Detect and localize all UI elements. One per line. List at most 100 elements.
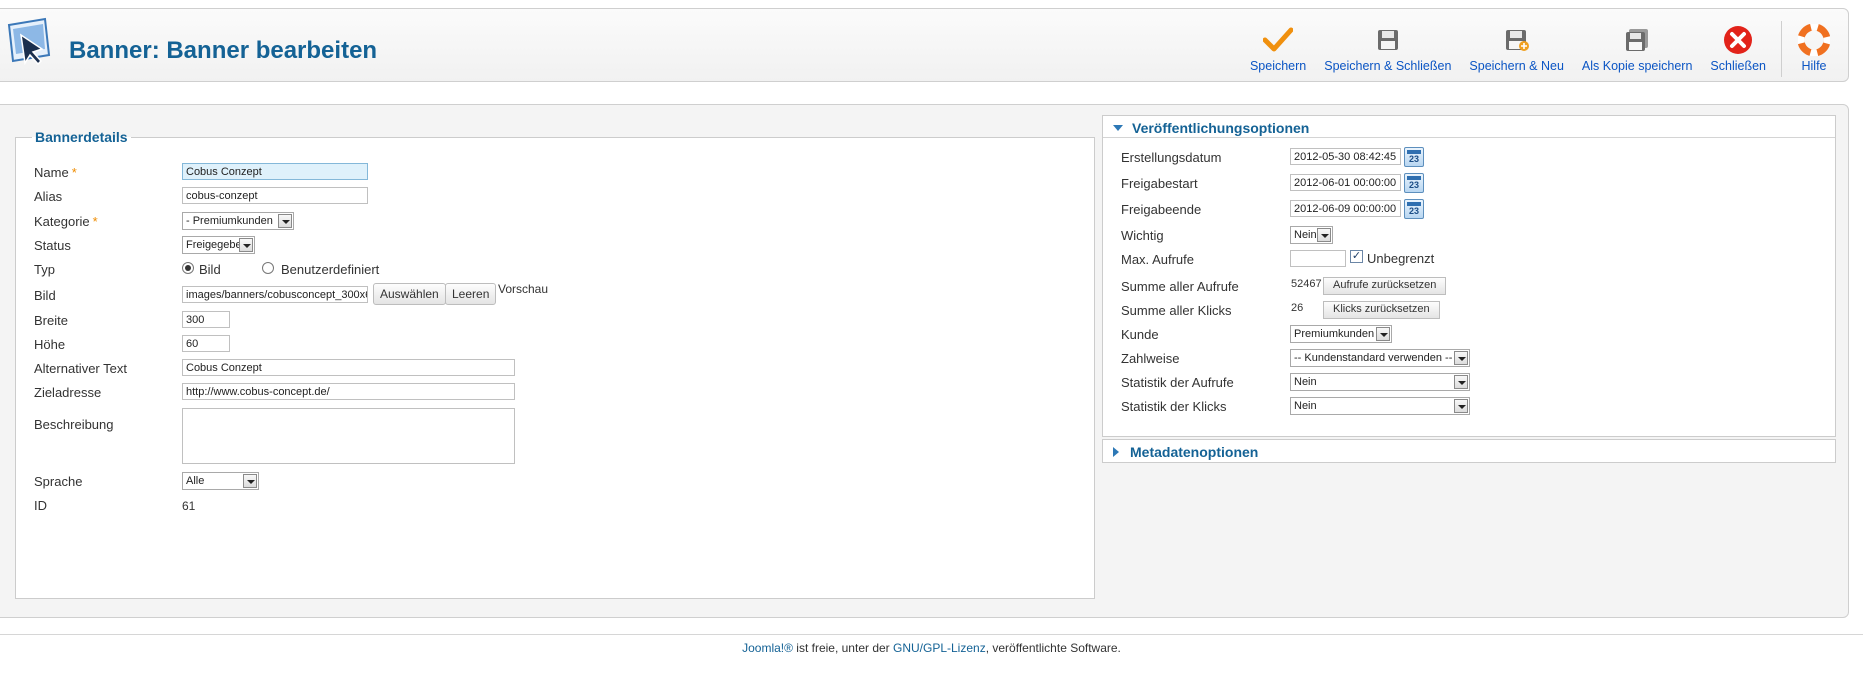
save-close-button[interactable]: Speichern & Schließen — [1315, 19, 1460, 73]
category-select[interactable]: - Premiumkunden — [182, 212, 294, 230]
height-input[interactable]: 60 — [182, 335, 230, 352]
alias-input[interactable]: cobus-conzept — [182, 187, 368, 204]
description-textarea[interactable] — [182, 408, 515, 464]
publishing-options-toggle[interactable]: Veröffentlichungsoptionen — [1103, 116, 1835, 138]
reset-clicks-button[interactable]: Klicks zurücksetzen — [1323, 301, 1440, 319]
calendar-icon[interactable]: 23 — [1404, 147, 1424, 167]
created-input[interactable]: 2012-05-30 08:42:45 — [1290, 148, 1401, 165]
close-button[interactable]: Schließen — [1701, 19, 1775, 73]
floppy-disk-icon — [1371, 23, 1405, 57]
max-impressions-label: Max. Aufrufe — [1121, 252, 1194, 267]
help-button[interactable]: Hilfe — [1788, 19, 1840, 73]
reset-impressions-button[interactable]: Aufrufe zurücksetzen — [1323, 277, 1447, 295]
main-panel: Bannerdetails Name * Cobus Conzept Alias … — [0, 104, 1849, 618]
width-label: Breite — [34, 313, 68, 328]
metadata-options-toggle[interactable]: Metadatenoptionen — [1103, 440, 1835, 462]
joomla-link[interactable]: Joomla!® — [742, 641, 793, 655]
name-row: Name * Cobus Conzept — [16, 163, 916, 185]
language-row: Sprache Alle — [16, 472, 916, 494]
total-impressions-row: Summe aller Aufrufe 52467 Aufrufe zurück… — [1103, 277, 1833, 299]
name-input[interactable]: Cobus Conzept — [182, 163, 368, 180]
save-copy-button[interactable]: Als Kopie speichern — [1573, 19, 1701, 73]
caret-down-icon — [1113, 124, 1123, 131]
target-url-input[interactable]: http://www.cobus-concept.de/ — [182, 383, 515, 400]
track-impressions-label: Statistik der Aufrufe — [1121, 375, 1234, 390]
chevron-down-icon — [278, 214, 292, 228]
save-new-button-label: Speichern & Neu — [1469, 59, 1564, 73]
sticky-select[interactable]: Nein — [1290, 226, 1333, 244]
target-url-row: Zieladresse http://www.cobus-concept.de/ — [16, 383, 916, 405]
image-input[interactable]: images/banners/cobusconcept_300x60.jpg — [182, 286, 368, 303]
footer-text-1: ist freie, unter der — [792, 641, 893, 655]
checkmark-icon — [1261, 23, 1295, 57]
publish-down-input[interactable]: 2012-06-09 00:00:00 — [1290, 200, 1401, 217]
image-label: Bild — [34, 288, 56, 303]
publish-up-label: Freigabestart — [1121, 176, 1198, 191]
lifebuoy-icon — [1797, 23, 1831, 57]
height-label: Höhe — [34, 337, 66, 352]
total-clicks-label: Summe aller Klicks — [1121, 303, 1232, 318]
unlimited-checkbox[interactable]: ✓ — [1350, 250, 1363, 263]
image-select-button[interactable]: Auswählen — [373, 283, 446, 305]
type-image-radio[interactable] — [182, 262, 194, 274]
image-clear-button[interactable]: Leeren — [445, 283, 497, 305]
category-row: Kategorie * - Premiumkunden — [16, 212, 916, 234]
id-label: ID — [34, 498, 47, 513]
save-copy-button-label: Als Kopie speichern — [1581, 59, 1693, 73]
chevron-down-icon — [239, 238, 253, 252]
created-label: Erstellungsdatum — [1121, 150, 1222, 165]
publish-up-row: Freigabestart 2012-06-01 00:00:00 23 — [1103, 173, 1833, 196]
footer-text-2: , veröffentlichte Software. — [985, 641, 1121, 655]
created-row: Erstellungsdatum 2012-05-30 08:42:45 23 — [1103, 147, 1833, 170]
save-new-button[interactable]: Speichern & Neu — [1460, 19, 1573, 73]
status-label: Status — [34, 238, 71, 253]
chevron-down-icon — [1454, 399, 1468, 413]
publishing-options-pane: Veröffentlichungsoptionen Erstellungsdat… — [1102, 115, 1836, 437]
toolbar-box: Banner: Banner bearbeiten Speichern Spei… — [0, 8, 1849, 82]
toolbar: Speichern Speichern & Schließen Speicher… — [1241, 19, 1840, 81]
height-row: Höhe 60 — [16, 335, 916, 357]
metadata-options-title: Metadatenoptionen — [1130, 444, 1259, 460]
total-clicks-row: Summe aller Klicks 26 Klicks zurücksetze… — [1103, 301, 1833, 323]
status-row: Status Freigegeben — [16, 236, 916, 258]
total-clicks-value: 26 — [1291, 302, 1304, 314]
banner-edit-icon — [5, 17, 55, 69]
help-button-label: Hilfe — [1801, 59, 1827, 73]
track-impressions-row: Statistik der Aufrufe Nein — [1103, 373, 1833, 395]
floppy-disk-copy-icon — [1620, 23, 1654, 57]
track-clicks-select[interactable]: Nein — [1290, 397, 1470, 415]
max-impressions-input[interactable] — [1290, 250, 1346, 267]
track-impressions-select[interactable]: Nein — [1290, 373, 1470, 391]
name-label: Name * — [34, 165, 77, 180]
calendar-icon[interactable]: 23 — [1404, 199, 1424, 219]
status-select[interactable]: Freigegeben — [182, 236, 255, 254]
toolbar-divider — [1781, 21, 1782, 77]
chevron-down-icon — [1376, 327, 1390, 341]
chevron-down-icon — [1454, 375, 1468, 389]
alt-text-label: Alternativer Text — [34, 361, 127, 376]
close-button-label: Schließen — [1710, 59, 1766, 73]
description-row: Beschreibung — [16, 408, 916, 464]
purchase-type-row: Zahlweise -- Kundenstandard verwenden -- — [1103, 349, 1833, 371]
publish-up-input[interactable]: 2012-06-01 00:00:00 — [1290, 174, 1401, 191]
sticky-row: Wichtig Nein — [1103, 226, 1833, 248]
purchase-type-select[interactable]: -- Kundenstandard verwenden -- — [1290, 349, 1470, 367]
language-label: Sprache — [34, 474, 83, 489]
track-clicks-label: Statistik der Klicks — [1121, 399, 1227, 414]
client-select[interactable]: Premiumkunden — [1290, 325, 1392, 343]
alias-label: Alias — [34, 189, 63, 204]
width-row: Breite 300 — [16, 311, 916, 333]
client-label: Kunde — [1121, 327, 1159, 342]
purchase-type-label: Zahlweise — [1121, 351, 1180, 366]
width-input[interactable]: 300 — [182, 311, 230, 328]
save-button[interactable]: Speichern — [1241, 19, 1315, 73]
id-value: 61 — [182, 499, 196, 513]
alt-text-input[interactable]: Cobus Conzept — [182, 359, 515, 376]
type-custom-radio[interactable] — [262, 262, 274, 274]
type-custom-label: Benutzerdefiniert — [281, 262, 380, 277]
calendar-icon[interactable]: 23 — [1404, 173, 1424, 193]
license-link[interactable]: GNU/GPL-Lizenz — [893, 641, 986, 655]
alias-row: Alias cobus-conzept — [16, 187, 916, 209]
language-select[interactable]: Alle — [182, 472, 259, 490]
floppy-disk-new-icon — [1500, 23, 1534, 57]
